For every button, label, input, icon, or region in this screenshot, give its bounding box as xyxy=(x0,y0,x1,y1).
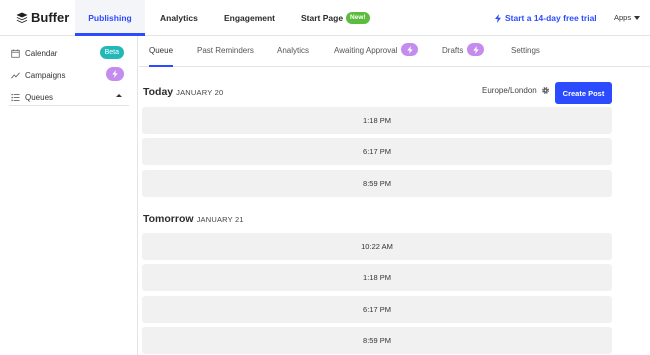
new-badge: New! xyxy=(346,11,370,24)
bolt-icon xyxy=(495,13,501,23)
nav-analytics[interactable]: Analytics xyxy=(160,0,198,36)
free-trial-link[interactable]: Start a 14-day free trial xyxy=(495,0,597,36)
buffer-logo[interactable]: Buffer xyxy=(16,10,69,25)
day-date: JANUARY 20 xyxy=(176,88,224,97)
tab-awaiting-approval-label: Awaiting Approval xyxy=(334,46,398,55)
tab-awaiting-approval[interactable]: Awaiting Approval xyxy=(334,36,419,67)
queue-slot[interactable]: 1:18 PM xyxy=(142,107,612,134)
tab-queue[interactable]: Queue xyxy=(149,36,174,67)
sidebar-item-label: Campaigns xyxy=(25,70,66,80)
queue-slot[interactable]: 6:17 PM xyxy=(142,138,612,165)
trend-icon xyxy=(9,69,21,81)
apps-label: Apps xyxy=(614,13,632,22)
nav-start-page[interactable]: Start Page New! xyxy=(301,0,370,36)
free-trial-label: Start a 14-day free trial xyxy=(505,13,597,23)
bolt-icon xyxy=(106,67,124,81)
day-label: Tomorrow xyxy=(143,213,194,225)
buffer-logo-icon xyxy=(16,12,28,23)
caret-up-icon[interactable] xyxy=(116,94,122,97)
queue-slot[interactable]: 10:22 AM xyxy=(142,233,612,260)
tab-settings[interactable]: Settings xyxy=(511,36,540,67)
sidebar-item-label: Calendar xyxy=(25,48,58,58)
beta-badge: Beta xyxy=(99,46,124,59)
queue-slot[interactable]: 8:59 PM xyxy=(142,170,612,197)
day-label: Today xyxy=(143,86,174,98)
sidebar-divider xyxy=(9,105,129,106)
timezone-label: Europe/London xyxy=(482,86,537,95)
day-heading-today: Today JANUARY 20 xyxy=(143,86,223,98)
tab-drafts-label: Drafts xyxy=(442,46,464,55)
sidebar: Calendar Beta Campaigns Queues xyxy=(0,36,138,355)
nav-engagement[interactable]: Engagement xyxy=(224,0,275,36)
tab-past-reminders[interactable]: Past Reminders xyxy=(197,36,254,67)
top-navigation: Buffer Publishing Analytics Engagement S… xyxy=(0,0,650,36)
queue-slot[interactable]: 6:17 PM xyxy=(142,296,612,323)
sidebar-item-label: Queues xyxy=(25,92,54,102)
calendar-icon xyxy=(9,47,21,59)
queue-slot[interactable]: 1:18 PM xyxy=(142,264,612,291)
timezone-setting[interactable]: Europe/London xyxy=(482,86,550,95)
chevron-down-icon xyxy=(634,16,641,20)
bolt-icon xyxy=(467,43,485,57)
gear-icon xyxy=(541,87,549,94)
apps-menu[interactable]: Apps xyxy=(614,0,641,36)
logo-text: Buffer xyxy=(31,10,70,25)
day-date: JANUARY 21 xyxy=(196,215,244,224)
sidebar-item-calendar[interactable]: Calendar Beta xyxy=(9,43,129,63)
tab-drafts[interactable]: Drafts xyxy=(442,36,485,67)
day-heading-tomorrow: Tomorrow JANUARY 21 xyxy=(143,213,244,225)
queue-slot[interactable]: 8:59 PM xyxy=(142,327,612,354)
sidebar-item-campaigns[interactable]: Campaigns xyxy=(9,65,129,85)
sidebar-item-queues[interactable]: Queues xyxy=(9,87,129,107)
bolt-icon xyxy=(401,43,419,57)
nav-publishing[interactable]: Publishing xyxy=(75,0,145,36)
publishing-tabs: Queue Past Reminders Analytics Awaiting … xyxy=(139,36,650,67)
nav-start-page-label: Start Page xyxy=(301,13,344,23)
tab-analytics[interactable]: Analytics xyxy=(277,36,309,67)
create-post-button[interactable]: Create Post xyxy=(555,82,612,104)
list-icon xyxy=(9,91,21,103)
